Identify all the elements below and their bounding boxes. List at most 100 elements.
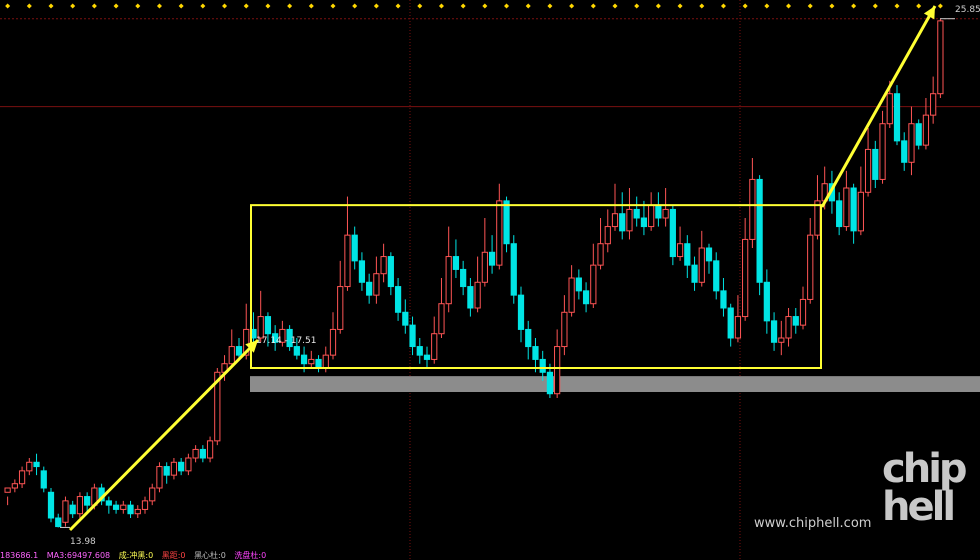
candle-body [785, 316, 792, 339]
candle-body [539, 358, 546, 373]
candle-body [640, 217, 648, 228]
signal-marker [916, 3, 922, 9]
candle-body [901, 140, 908, 163]
candle-body [742, 238, 749, 318]
candle-body [496, 200, 503, 266]
candle-body [264, 316, 272, 335]
candle-body [127, 504, 134, 515]
candle-body [105, 500, 112, 506]
candle-body [691, 264, 698, 283]
candle-body [402, 311, 409, 326]
signal-marker [91, 3, 97, 9]
candle-body [611, 213, 619, 228]
signal-marker [70, 3, 76, 9]
signal-marker [655, 3, 661, 9]
candle-body [864, 148, 872, 193]
candle-body [467, 286, 474, 309]
candle-body [734, 316, 742, 339]
candle-body [329, 328, 337, 356]
footer-item-heiju: 黑距:0 [161, 551, 186, 560]
candle-body [300, 354, 308, 365]
candle-body [915, 123, 922, 146]
candle-body [720, 290, 727, 309]
candle-body [893, 93, 901, 142]
signal-marker [569, 3, 575, 9]
signal-marker [222, 3, 228, 9]
candle-body [134, 508, 141, 515]
candle-body [922, 114, 930, 146]
candle-body [431, 333, 438, 360]
candle-body [619, 213, 626, 232]
signal-marker [851, 3, 857, 9]
candle-body [503, 200, 510, 245]
candle-body [185, 457, 192, 472]
candle-body [120, 504, 127, 510]
candle-body [488, 251, 496, 266]
candle-body [705, 247, 713, 262]
signal-marker [482, 3, 488, 9]
watermark-site: www.chiphell.com [754, 516, 872, 531]
candle-body [337, 286, 344, 330]
candle-body [546, 371, 554, 395]
signal-marker [742, 3, 748, 9]
signal-marker [200, 3, 206, 9]
candle-body [228, 346, 235, 365]
candle-body [452, 256, 460, 270]
signal-marker [5, 3, 11, 9]
candle-body [373, 273, 380, 296]
candle-body [366, 281, 373, 296]
candle-body [662, 208, 669, 219]
candle-body [344, 234, 351, 288]
candle-body [763, 281, 770, 322]
candle-body [18, 470, 26, 485]
candle-body [879, 123, 886, 180]
signal-marker [417, 3, 423, 9]
candle-body [532, 346, 539, 360]
signal-marker [460, 3, 466, 9]
candle-body [47, 491, 55, 519]
signal-marker [330, 3, 336, 9]
candle-body [409, 324, 416, 348]
consolidation-box [250, 204, 822, 369]
candle-body [684, 243, 691, 266]
candle-body [141, 500, 149, 510]
signal-marker [178, 3, 184, 9]
candle-body [387, 256, 394, 288]
range-label: 17.14 - 17.51 [256, 336, 317, 346]
candle-body [525, 328, 532, 348]
footer-item-heixin: 黑心杜:0 [194, 551, 226, 560]
signal-marker [156, 3, 162, 9]
signal-marker [243, 3, 249, 9]
candle-body [908, 123, 915, 163]
signal-marker [395, 3, 401, 9]
candle-body [669, 208, 676, 258]
candle-body [517, 294, 525, 330]
signal-marker [699, 3, 705, 9]
candle-body [11, 483, 18, 489]
candle-body [778, 337, 785, 343]
candle-body [163, 466, 170, 476]
candle-body [792, 316, 799, 326]
candle-body [308, 358, 315, 365]
footer-item-vol: 183686.1 [0, 551, 39, 560]
signal-marker [634, 3, 640, 9]
candle-body [149, 487, 156, 502]
candle-body [322, 354, 329, 369]
signal-marker [525, 3, 531, 9]
candle-body [69, 504, 76, 515]
candle-body [40, 470, 47, 489]
candle-body [351, 234, 358, 262]
candle-body [575, 277, 582, 292]
candle-body [633, 208, 640, 219]
candle-body [380, 256, 387, 275]
candle-body [257, 316, 264, 339]
candle-body [698, 247, 705, 283]
candle-body [676, 243, 684, 258]
candlestick-chart [0, 0, 980, 560]
candle-body [582, 290, 590, 305]
candle-body [55, 517, 62, 528]
candle-body [590, 264, 597, 305]
candle-body [33, 461, 40, 468]
candle-body [474, 281, 481, 309]
candle-body [807, 234, 814, 300]
